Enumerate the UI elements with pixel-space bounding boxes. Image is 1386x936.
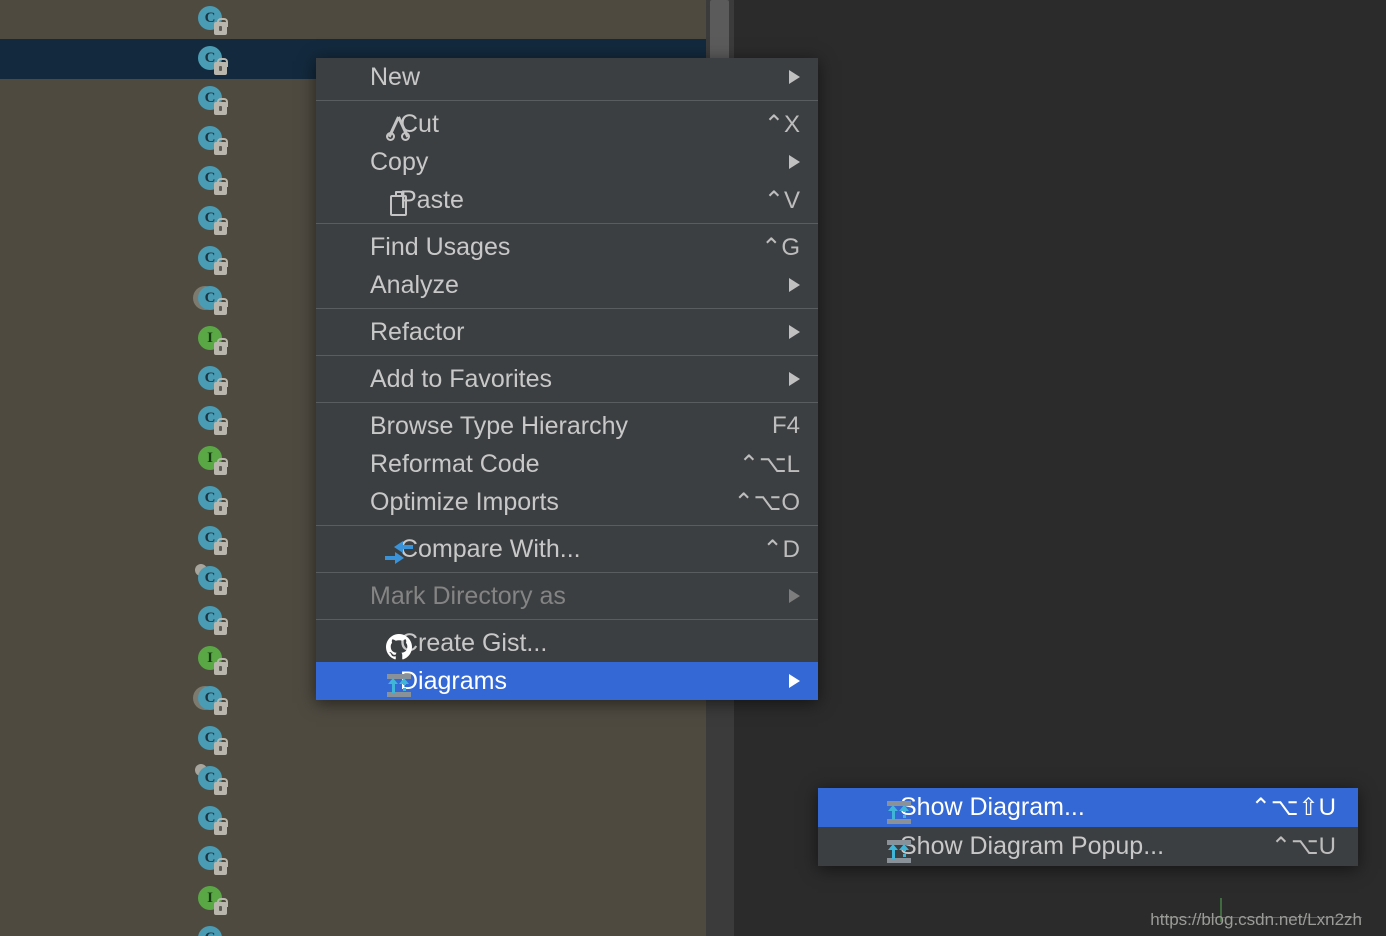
context-menu[interactable]: New Cut ⌃X Copy Paste ⌃V Find Usages ⌃G Analyze R… [316, 58, 818, 700]
menu-item-create-gist[interactable]: Create Gist... [316, 624, 818, 662]
menu-separator [316, 100, 818, 101]
menu-separator [316, 572, 818, 573]
chevron-right-icon [789, 155, 800, 169]
menu-item-label: Copy [370, 147, 429, 176]
watermark-text: https://blog.csdn.net/Lxn2zh [1150, 910, 1362, 929]
tree-item-enummap[interactable]: C [0, 919, 706, 936]
menu-item-analyze[interactable]: Analyze [316, 266, 818, 304]
tree-item-arraydeque[interactable]: C [0, 0, 706, 39]
class-icon: C [196, 405, 228, 435]
class-icon: C [196, 245, 228, 275]
menu-item-shortcut: ⌃V [763, 186, 800, 214]
submenu-item-shortcut: ⌃⌥⇧U [1250, 794, 1336, 821]
tree-item-enumeration[interactable]: I [0, 879, 706, 919]
submenu-item-label: Show Diagram Popup... [900, 832, 1165, 860]
menu-item-label: Paste [400, 185, 464, 214]
diagram-icon [384, 670, 414, 700]
chevron-right-icon [789, 674, 800, 688]
tree-item-duplicateformatflagsexception[interactable]: C [0, 799, 706, 839]
menu-item-label: Browse Type Hierarchy [370, 411, 628, 440]
menu-separator [316, 525, 818, 526]
clipboard-icon [384, 189, 414, 219]
menu-item-shortcut: ⌃D [762, 535, 800, 563]
menu-item-shortcut: F4 [771, 412, 800, 439]
class-icon: C [196, 845, 228, 875]
menu-item-label: New [370, 62, 421, 91]
menu-item-compare-with[interactable]: Compare With... ⌃D [316, 530, 818, 568]
class-icon: C [196, 925, 224, 936]
class-icon: C [196, 485, 228, 515]
menu-item-label: Mark Directory as [370, 581, 566, 610]
menu-item-label: Compare With... [400, 534, 581, 563]
submenu-item-show-diagram[interactable]: Show Diagram... ⌃⌥⇧U [818, 788, 1358, 827]
menu-item-label: Cut [400, 109, 439, 138]
menu-item-add-to-favorites[interactable]: Add to Favorites [316, 360, 818, 398]
class-icon: C [196, 525, 228, 555]
submenu-item-show-diagram-popup[interactable]: Show Diagram Popup... ⌃⌥U [818, 827, 1358, 866]
menu-item-shortcut: ⌃X [763, 110, 800, 138]
menu-item-mark-directory-as: Mark Directory as [316, 577, 818, 615]
class-icon: C [195, 564, 228, 595]
menu-item-label: Diagrams [400, 666, 507, 695]
class-icon: C [196, 165, 228, 195]
menu-item-shortcut: ⌃⌥L [738, 450, 800, 478]
menu-separator [316, 402, 818, 403]
menu-item-label: Add to Favorites [370, 364, 553, 393]
menu-separator [316, 355, 818, 356]
submenu-item-shortcut: ⌃⌥U [1270, 833, 1336, 860]
interface-icon: I [196, 445, 228, 475]
menu-item-label: Reformat Code [370, 449, 540, 478]
menu-separator [316, 308, 818, 309]
diagram-icon [884, 836, 914, 866]
chevron-right-icon [789, 372, 800, 386]
menu-item-find-usages[interactable]: Find Usages ⌃G [316, 228, 818, 266]
class-icon: C [196, 85, 228, 115]
class-icon: C [196, 725, 228, 755]
menu-item-reformat-code[interactable]: Reformat Code ⌃⌥L [316, 445, 818, 483]
class-icon: C [193, 685, 228, 715]
tree-item-dualpivotquicksort[interactable]: C [0, 759, 706, 799]
menu-item-optimize-imports[interactable]: Optimize Imports ⌃⌥O [316, 483, 818, 521]
class-icon: C [193, 285, 228, 315]
menu-item-browse-type-hierarchy[interactable]: Browse Type Hierarchy F4 [316, 407, 818, 445]
tree-item-doublesummarystatistics[interactable]: C [0, 719, 706, 759]
interface-icon: I [196, 325, 228, 355]
menu-separator [316, 223, 818, 224]
chevron-right-icon [789, 70, 800, 84]
chevron-right-icon [789, 589, 800, 603]
menu-item-shortcut: ⌃⌥O [733, 488, 800, 516]
class-icon: C [196, 205, 228, 235]
menu-separator [316, 619, 818, 620]
menu-item-paste[interactable]: Paste ⌃V [316, 181, 818, 219]
menu-item-diagrams[interactable]: Diagrams [316, 662, 818, 700]
menu-item-label: Refactor [370, 317, 465, 346]
chevron-right-icon [789, 325, 800, 339]
menu-item-refactor[interactable]: Refactor [316, 313, 818, 351]
interface-icon: I [196, 885, 228, 915]
interface-icon: I [196, 645, 228, 675]
diagram-icon [884, 797, 914, 827]
class-icon: C [196, 805, 228, 835]
menu-item-shortcut: ⌃G [761, 233, 800, 261]
diagrams-submenu[interactable]: Show Diagram... ⌃⌥⇧U Show Diagram Popup...… [818, 788, 1358, 866]
class-icon: C [196, 125, 228, 155]
menu-item-label: Find Usages [370, 232, 511, 261]
menu-item-label: Optimize Imports [370, 487, 559, 516]
class-icon: C [196, 365, 228, 395]
menu-item-label: Analyze [370, 270, 459, 299]
submenu-item-label: Show Diagram... [900, 793, 1085, 821]
class-icon: C [196, 45, 228, 75]
class-icon: C [195, 764, 228, 795]
menu-item-new[interactable]: New [316, 58, 818, 96]
github-icon [384, 632, 414, 662]
compare-icon [384, 538, 414, 568]
menu-item-label: Create Gist... [400, 628, 548, 657]
class-icon: C [196, 605, 228, 635]
tree-item-emptystackexception[interactable]: C [0, 839, 706, 879]
menu-item-cut[interactable]: Cut ⌃X [316, 105, 818, 143]
menu-item-copy[interactable]: Copy [316, 143, 818, 181]
scissors-icon [384, 113, 414, 143]
chevron-right-icon [789, 278, 800, 292]
class-icon: C [196, 5, 228, 35]
